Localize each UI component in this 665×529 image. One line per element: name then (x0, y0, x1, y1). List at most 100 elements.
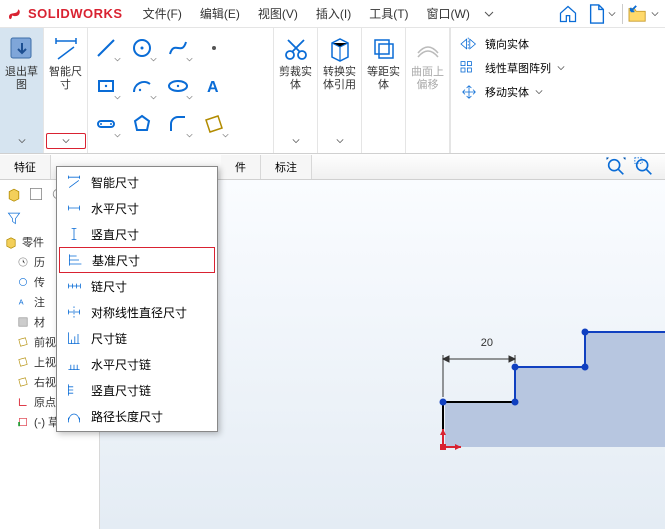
new-button[interactable] (586, 2, 618, 26)
dd-horiz-ord[interactable]: 水平尺寸链 (57, 351, 217, 377)
polygon-tool[interactable] (126, 108, 158, 140)
text-icon: A (202, 74, 226, 98)
chevron-down-icon (114, 94, 121, 101)
dd-vert[interactable]: 竖直尺寸 (57, 221, 217, 247)
open-button[interactable] (627, 2, 659, 26)
dd-ordinate[interactable]: 尺寸链 (57, 325, 217, 351)
dd-baseline-label: 基准尺寸 (92, 252, 140, 269)
chevron-down-icon (651, 10, 659, 18)
mirror-label: 镜向实体 (485, 36, 529, 52)
ellipse-tool[interactable] (162, 70, 194, 102)
convert-button[interactable]: 转换实 体引用 (318, 28, 362, 153)
plane-tool[interactable] (198, 108, 230, 140)
exit-sketch-dropdown[interactable] (0, 133, 43, 149)
menu-tools[interactable]: 工具(T) (361, 2, 416, 25)
rectangle-tool[interactable] (90, 70, 122, 102)
tab-parts[interactable]: 件 (221, 155, 261, 179)
annotation-icon: A (17, 296, 29, 308)
dd-vert-ord[interactable]: 竖直尺寸链 (57, 377, 217, 403)
chevron-down-icon (535, 88, 543, 96)
dd-path[interactable]: 路径长度尺寸 (57, 403, 217, 429)
pattern-button[interactable]: 线性草图阵列 (455, 58, 661, 78)
chevron-down-icon (608, 10, 616, 18)
trim-dropdown[interactable] (274, 133, 317, 149)
tab-features[interactable]: 特征 (0, 155, 51, 179)
dd-vert-ord-label: 竖直尺寸链 (91, 382, 151, 399)
dd-baseline[interactable]: 基准尺寸 (59, 247, 215, 273)
smart-dimension-button[interactable]: 智能尺 寸 (44, 28, 88, 153)
part-icon (4, 235, 18, 249)
zoom-fit-icon[interactable] (605, 156, 627, 178)
filter-button[interactable] (4, 208, 24, 228)
chevron-down-icon (186, 94, 193, 101)
tab-annotate[interactable]: 标注 (261, 155, 312, 179)
smart-dimension-dropdown[interactable] (46, 133, 86, 149)
move-button[interactable]: 移动实体 (455, 82, 661, 102)
dd-chain[interactable]: 链尺寸 (57, 273, 217, 299)
smart-dimension-icon (52, 35, 80, 63)
dd-horiz[interactable]: 水平尺寸 (57, 195, 217, 221)
svg-text:A: A (19, 297, 24, 306)
dd-horiz-ord-label: 水平尺寸链 (91, 356, 151, 373)
solidworks-logo-icon (6, 5, 24, 23)
vert-dim-icon (66, 226, 82, 242)
convert-dropdown[interactable] (318, 133, 361, 149)
chevron-down-icon (222, 132, 229, 139)
tree-root-label: 零件 (22, 234, 44, 250)
sketch-tools-group: A (88, 28, 274, 153)
menu-view[interactable]: 视图(V) (250, 2, 306, 25)
chevron-down-icon (114, 56, 121, 63)
chevron-down-icon (557, 64, 565, 72)
menu-file[interactable]: 文件(F) (135, 2, 190, 25)
offset-button[interactable]: 等距实 体 (362, 28, 406, 153)
menu-edit[interactable]: 编辑(E) (192, 2, 248, 25)
dimension-dropdown-menu: 智能尺寸 水平尺寸 竖直尺寸 基准尺寸 链尺寸 对称线性直径尺寸 尺寸链 水平尺… (56, 166, 218, 432)
chain-dim-icon (66, 278, 82, 294)
move-label: 移动实体 (485, 84, 529, 100)
menu-insert[interactable]: 插入(I) (308, 2, 359, 25)
arrange-group: 镜向实体 线性草图阵列 移动实体 (451, 28, 665, 153)
chevron-down-icon (292, 137, 300, 145)
ordinate-icon (66, 330, 82, 346)
trim-label: 剪裁实 体 (279, 66, 312, 92)
chevron-down-icon (114, 132, 121, 139)
chevron-down-icon (186, 132, 193, 139)
menu-window[interactable]: 窗口(W) (419, 2, 478, 25)
trim-button[interactable]: 剪裁实 体 (274, 28, 318, 153)
line-tool[interactable] (90, 32, 122, 64)
pane-config-tab[interactable] (26, 184, 46, 204)
spline-tool[interactable] (162, 32, 194, 64)
offset-label: 等距实 体 (367, 66, 400, 92)
brand-name: SOLIDWORKS (28, 6, 123, 21)
dd-symmetric[interactable]: 对称线性直径尺寸 (57, 299, 217, 325)
chevron-down-icon (150, 94, 157, 101)
arc-tool[interactable] (126, 70, 158, 102)
exit-sketch-label: 退出草 图 (5, 66, 38, 92)
exit-sketch-button[interactable]: 退出草 图 (0, 28, 44, 153)
text-tool[interactable]: A (198, 70, 230, 102)
chevron-down-icon (62, 137, 70, 145)
dd-horiz-label: 水平尺寸 (91, 200, 139, 217)
move-icon (459, 84, 479, 100)
zoom-area-icon[interactable] (633, 156, 655, 178)
dd-smart[interactable]: 智能尺寸 (57, 169, 217, 195)
fillet-tool[interactable] (162, 108, 194, 140)
separator (622, 4, 623, 24)
point-icon (202, 36, 226, 60)
surface-offset-button: 曲面上 偏移 (406, 28, 450, 153)
circle-tool[interactable] (126, 32, 158, 64)
plane-icon (17, 376, 29, 388)
mirror-icon (459, 36, 479, 52)
dd-path-label: 路径长度尺寸 (91, 408, 163, 425)
quick-access-toolbar (552, 2, 665, 26)
menu-overflow-icon[interactable] (484, 9, 494, 19)
tree-sensors-label: 传 (34, 274, 45, 290)
point-tool[interactable] (198, 32, 230, 64)
pane-part-tab[interactable] (4, 184, 24, 204)
slot-tool[interactable] (90, 108, 122, 140)
mirror-button[interactable]: 镜向实体 (455, 34, 661, 54)
tree-history-label: 历 (34, 254, 45, 270)
home-button[interactable] (552, 2, 584, 26)
dimension-value[interactable]: 20 (481, 337, 493, 349)
symmetric-dim-icon (66, 304, 82, 320)
